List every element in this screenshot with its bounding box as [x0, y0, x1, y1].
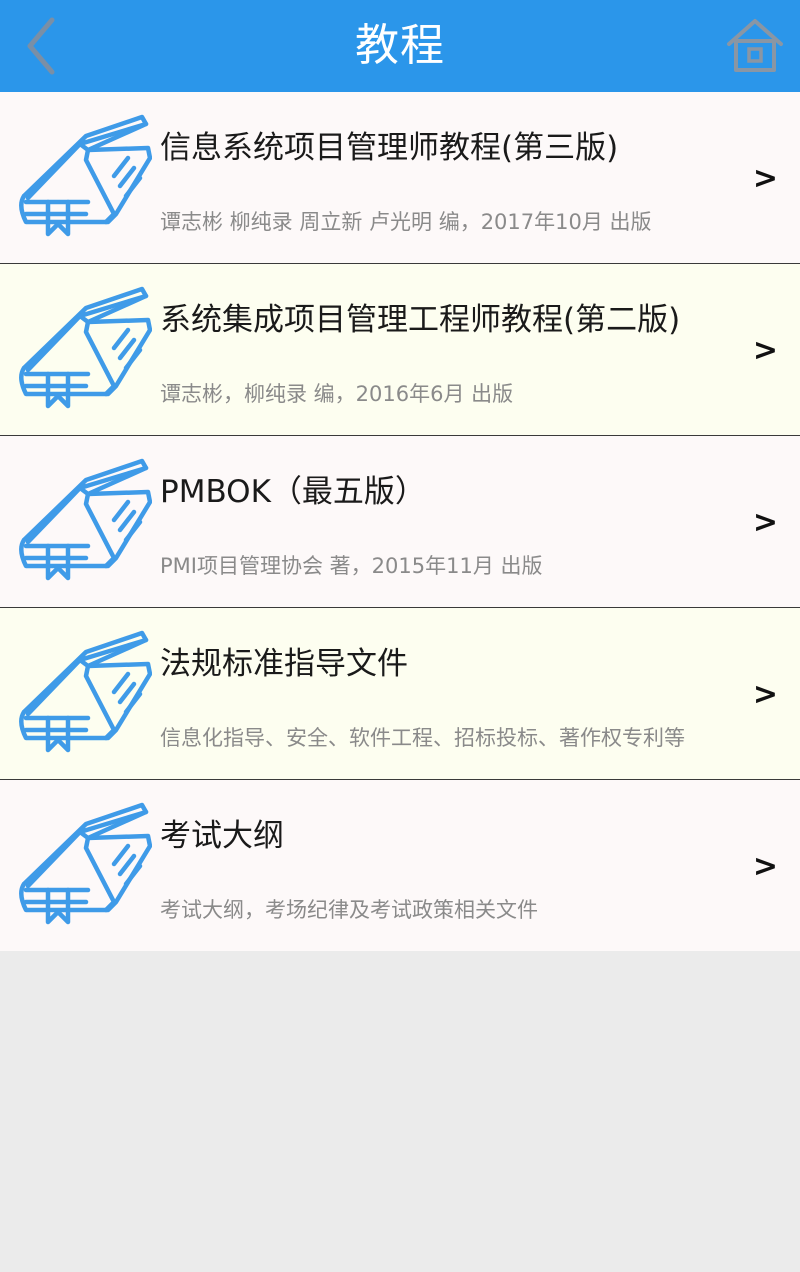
- item-subtitle: 谭志彬 柳纯录 周立新 卢光明 编，2017年10月 出版: [160, 210, 652, 234]
- item-subtitle: 信息化指导、安全、软件工程、招标投标、著作权专利等: [160, 726, 685, 750]
- item-title: PMBOK（最五版）: [160, 474, 426, 510]
- book-icon: [19, 458, 152, 581]
- tutorial-list: 信息系统项目管理师教程(第三版) 谭志彬 柳纯录 周立新 卢光明 编，2017年…: [0, 92, 800, 951]
- chevron-right-icon: >: [752, 161, 778, 196]
- book-icon: [19, 630, 152, 753]
- book-icon: [19, 802, 152, 925]
- item-title: 法规标准指导文件: [160, 646, 408, 682]
- item-subtitle: 谭志彬，柳纯录 编，2016年6月 出版: [160, 382, 514, 406]
- chevron-right-icon: >: [752, 677, 778, 712]
- item-subtitle: PMI项目管理协会 著，2015年11月 出版: [160, 554, 543, 578]
- item-subtitle: 考试大纲，考场纪律及考试政策相关文件: [160, 898, 538, 922]
- book-icon: [19, 286, 152, 409]
- chevron-right-icon: >: [752, 333, 778, 368]
- item-title: 系统集成项目管理工程师教程(第二版): [160, 302, 681, 338]
- chevron-right-icon: >: [752, 505, 778, 540]
- home-icon: [727, 19, 783, 72]
- list-item-tutorial-4[interactable]: 法规标准指导文件 信息化指导、安全、软件工程、招标投标、著作权专利等 >: [0, 608, 800, 780]
- list-item-tutorial-3[interactable]: PMBOK（最五版） PMI项目管理协会 著，2015年11月 出版 >: [0, 436, 800, 608]
- list-item-tutorial-1[interactable]: 信息系统项目管理师教程(第三版) 谭志彬 柳纯录 周立新 卢光明 编，2017年…: [0, 92, 800, 264]
- app-header: 教程: [0, 0, 800, 92]
- item-title: 考试大纲: [160, 818, 284, 854]
- page-title: 教程: [355, 20, 445, 71]
- item-title: 信息系统项目管理师教程(第三版): [160, 130, 619, 166]
- book-icon: [19, 114, 152, 237]
- home-button[interactable]: [724, 14, 786, 76]
- chevron-right-icon: >: [752, 849, 778, 884]
- list-item-tutorial-5[interactable]: 考试大纲 考试大纲，考场纪律及考试政策相关文件 >: [0, 780, 800, 951]
- list-item-tutorial-2[interactable]: 系统集成项目管理工程师教程(第二版) 谭志彬，柳纯录 编，2016年6月 出版 …: [0, 264, 800, 436]
